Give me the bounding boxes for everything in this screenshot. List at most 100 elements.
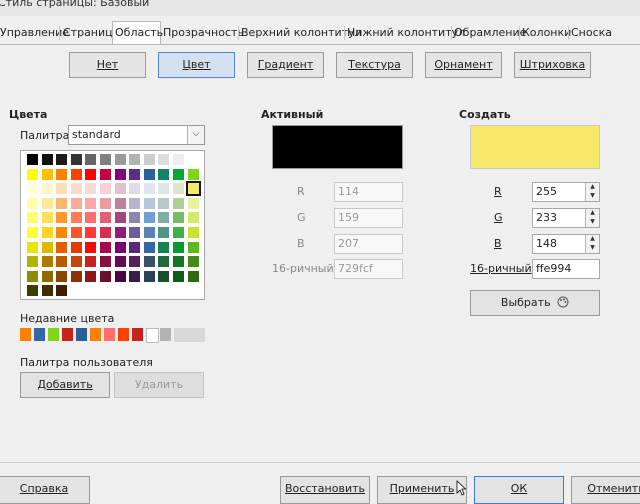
- palette-swatch[interactable]: [56, 227, 68, 238]
- palette-swatch[interactable]: [158, 227, 170, 238]
- palette-swatch[interactable]: [129, 227, 141, 238]
- palette-swatch[interactable]: [100, 256, 111, 268]
- palette-swatch[interactable]: [41, 270, 53, 282]
- palette-swatch[interactable]: [70, 183, 82, 195]
- recent-color-swatch[interactable]: [104, 328, 115, 341]
- palette-swatch[interactable]: [100, 183, 111, 195]
- palette-swatch[interactable]: [85, 256, 97, 268]
- palette-swatch[interactable]: [41, 227, 53, 238]
- recent-color-swatch[interactable]: [132, 328, 143, 341]
- palette-swatch[interactable]: [143, 168, 155, 180]
- palette-swatch[interactable]: [129, 197, 141, 209]
- fill-pattern-button[interactable]: Орнамент: [425, 52, 502, 78]
- new-hex-field[interactable]: ffe994: [532, 259, 600, 279]
- palette-swatch[interactable]: [27, 285, 38, 297]
- recent-color-swatch[interactable]: [62, 328, 73, 341]
- palette-swatch[interactable]: [173, 241, 184, 253]
- palette-swatch[interactable]: [143, 212, 155, 224]
- palette-swatch[interactable]: [173, 256, 184, 268]
- palette-swatch[interactable]: [114, 212, 126, 224]
- add-color-button[interactable]: Добавить: [20, 372, 110, 398]
- palette-swatch[interactable]: [173, 154, 184, 165]
- fill-gradient-button[interactable]: Градиент: [247, 52, 324, 78]
- palette-swatch[interactable]: [158, 154, 170, 165]
- palette-swatch[interactable]: [100, 197, 111, 209]
- palette-swatch[interactable]: [173, 168, 184, 180]
- palette-swatch[interactable]: [158, 168, 170, 180]
- palette-swatch[interactable]: [100, 212, 111, 224]
- palette-swatch[interactable]: [173, 227, 184, 238]
- recent-color-swatch[interactable]: [20, 328, 31, 341]
- palette-swatch[interactable]: [27, 168, 38, 180]
- palette-swatch[interactable]: [100, 168, 111, 180]
- palette-swatch[interactable]: [143, 241, 155, 253]
- palette-swatch[interactable]: [187, 241, 199, 253]
- palette-swatch[interactable]: [85, 183, 97, 195]
- palette-swatch[interactable]: [56, 154, 68, 165]
- palette-swatch[interactable]: [114, 256, 126, 268]
- palette-swatch[interactable]: [114, 154, 126, 165]
- palette-swatch[interactable]: [173, 183, 184, 195]
- recent-color-swatch[interactable]: [48, 328, 59, 341]
- spin-arrows-icon[interactable]: ▲ ▼: [585, 235, 599, 253]
- new-r-spinbox[interactable]: 255 ▲ ▼: [532, 182, 600, 202]
- palette-swatch[interactable]: [56, 197, 68, 209]
- palette-swatch[interactable]: [143, 270, 155, 282]
- recent-color-swatch[interactable]: [160, 328, 171, 341]
- tab-columns[interactable]: Колонки: [520, 22, 573, 43]
- palette-swatch[interactable]: [114, 168, 126, 180]
- palette-swatch[interactable]: [70, 270, 82, 282]
- palette-swatch[interactable]: [187, 256, 199, 268]
- palette-swatch[interactable]: [85, 154, 97, 165]
- palette-swatch[interactable]: [114, 270, 126, 282]
- palette-swatch[interactable]: [56, 270, 68, 282]
- palette-swatch[interactable]: [187, 227, 199, 238]
- palette-swatch[interactable]: [27, 183, 38, 195]
- new-b-spinbox[interactable]: 148 ▲ ▼: [532, 234, 600, 254]
- palette-swatch[interactable]: [158, 197, 170, 209]
- palette-swatch[interactable]: [41, 256, 53, 268]
- palette-swatch[interactable]: [114, 241, 126, 253]
- palette-swatch[interactable]: [187, 212, 199, 224]
- palette-swatch[interactable]: [173, 270, 184, 282]
- palette-swatch[interactable]: [70, 197, 82, 209]
- palette-swatch[interactable]: [41, 241, 53, 253]
- palette-swatch[interactable]: [70, 227, 82, 238]
- palette-swatch[interactable]: [41, 212, 53, 224]
- palette-swatch[interactable]: [187, 154, 199, 165]
- palette-swatch[interactable]: [129, 212, 141, 224]
- palette-swatch[interactable]: [85, 212, 97, 224]
- tab-borders[interactable]: Обрамление: [452, 22, 528, 43]
- palette-swatch[interactable]: [143, 256, 155, 268]
- palette-swatch[interactable]: [187, 168, 199, 180]
- fill-hatch-button[interactable]: Штриховка: [514, 52, 591, 78]
- tab-footer[interactable]: Нижний колонтитул: [345, 22, 467, 43]
- palette-swatch[interactable]: [114, 183, 126, 195]
- recent-color-swatch[interactable]: [90, 328, 101, 341]
- palette-swatch[interactable]: [129, 256, 141, 268]
- spin-arrows-icon[interactable]: ▲ ▼: [585, 183, 599, 201]
- palette-swatch[interactable]: [41, 197, 53, 209]
- palette-swatch[interactable]: [41, 285, 53, 297]
- palette-swatch[interactable]: [56, 212, 68, 224]
- palette-swatch[interactable]: [143, 183, 155, 195]
- palette-swatch[interactable]: [129, 154, 141, 165]
- palette-swatch[interactable]: [158, 212, 170, 224]
- palette-swatch[interactable]: [100, 241, 111, 253]
- palette-swatch[interactable]: [100, 227, 111, 238]
- chevron-down-icon[interactable]: ⌵: [187, 126, 204, 144]
- palette-swatch[interactable]: [143, 197, 155, 209]
- recent-color-swatch[interactable]: [34, 328, 45, 341]
- palette-swatch[interactable]: [100, 270, 111, 282]
- palette-swatch[interactable]: [114, 227, 126, 238]
- palette-swatch[interactable]: [70, 241, 82, 253]
- palette-swatch[interactable]: [173, 197, 184, 209]
- palette-swatch[interactable]: [158, 241, 170, 253]
- palette-swatch[interactable]: [85, 227, 97, 238]
- palette-swatch[interactable]: [158, 270, 170, 282]
- palette-swatch[interactable]: [56, 241, 68, 253]
- palette-swatch[interactable]: [185, 181, 201, 197]
- palette-swatch[interactable]: [158, 183, 170, 195]
- palette-swatch[interactable]: [129, 168, 141, 180]
- delete-color-button[interactable]: Удалить: [114, 372, 204, 398]
